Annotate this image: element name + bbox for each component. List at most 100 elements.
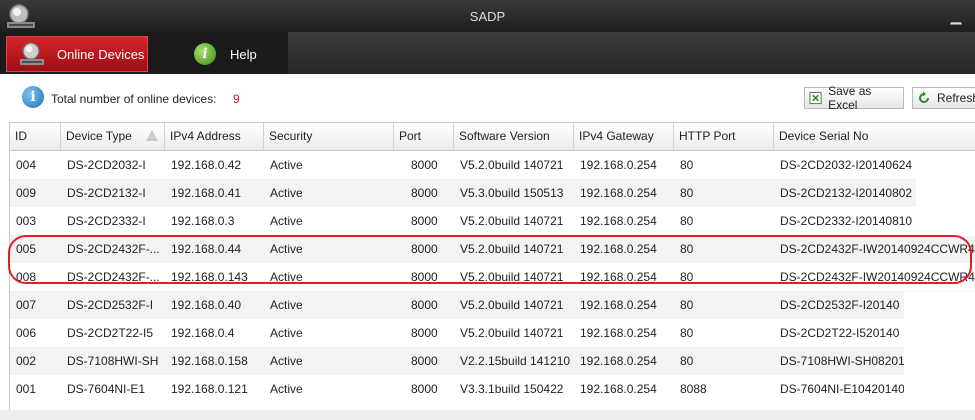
cell-software-version: V5.2.0build 140721 — [460, 158, 564, 172]
cell-security: Active — [270, 382, 303, 396]
cell-security: Active — [270, 354, 303, 368]
cell-http-port: 80 — [680, 158, 694, 172]
summary-bar: i Total number of online devices: 9 Save… — [0, 74, 975, 122]
cell-security: Active — [270, 326, 303, 340]
cell-device-type: DS-2CD2532F-I — [67, 298, 154, 312]
cell-security: Active — [270, 298, 303, 312]
column-header-security[interactable]: Security — [264, 123, 394, 150]
cell-device-type: DS-2CD2132-I — [67, 186, 146, 200]
column-header-device-type-label: Device Type — [66, 129, 132, 143]
cell-device-type: DS-7604NI-E1 — [67, 382, 146, 396]
cell-id: 005 — [16, 242, 37, 256]
refresh-label: Refresh — [937, 91, 975, 105]
cell-http-port: 80 — [680, 326, 694, 340]
refresh-icon — [919, 91, 929, 103]
tab-help-label: Help — [230, 46, 257, 62]
minimize-icon: ▁ — [950, 8, 962, 24]
minimize-button[interactable]: ▁ — [949, 9, 963, 23]
tab-online-devices[interactable]: Online Devices — [6, 36, 148, 72]
table-row[interactable]: 008 DS-2CD2432F-... 192.168.0.143 Active 800… — [10, 263, 975, 291]
table-row[interactable]: 006 DS-2CD2T22-I5 192.168.0.4 Active 8000 V5.… — [10, 319, 975, 347]
cell-id: 007 — [16, 298, 37, 312]
save-as-excel-button[interactable]: Save as Excel — [804, 84, 904, 112]
sort-ascending-icon — [146, 130, 158, 141]
title-bar: SADP ▁ — [0, 0, 975, 32]
cell-ipv4-gateway: 192.168.0.254 — [580, 242, 657, 256]
cell-http-port: 80 — [680, 298, 694, 312]
cell-ipv4-address: 192.168.0.143 — [171, 270, 248, 284]
cell-software-version: V5.2.0build 140721 — [460, 298, 564, 312]
cell-ipv4-gateway: 192.168.0.254 — [580, 214, 657, 228]
cell-security: Active — [270, 214, 303, 228]
cell-device-type: DS-2CD2432F-... — [67, 242, 160, 256]
column-header-device-serial-no[interactable]: Device Serial No — [774, 123, 975, 150]
table-row[interactable]: 001 DS-7604NI-E1 192.168.0.121 Active 8000 V3… — [10, 375, 975, 403]
cell-ipv4-gateway: 192.168.0.254 — [580, 186, 657, 200]
cell-ipv4-gateway: 192.168.0.254 — [580, 354, 657, 368]
cell-id: 002 — [16, 354, 37, 368]
cell-security: Active — [270, 158, 303, 172]
cell-ipv4-gateway: 192.168.0.254 — [580, 326, 657, 340]
tab-bar: Online Devices i Help — [0, 32, 975, 74]
refresh-button[interactable]: Refresh — [912, 87, 975, 109]
tab-help[interactable]: i Help — [190, 36, 300, 72]
column-header-device-type[interactable]: Device Type — [61, 123, 165, 150]
total-devices-count: 9 — [233, 92, 240, 106]
cell-device-serial-no: DS-2CD2432F-IW20140924CCWR4 — [780, 270, 975, 284]
cell-device-type: DS-7108HWI-SH — [67, 354, 159, 368]
cell-ipv4-gateway: 192.168.0.254 — [580, 158, 657, 172]
cell-port: 8000 — [411, 214, 438, 228]
table-header: ID Device Type IPv4 Address Security Por… — [10, 123, 975, 151]
cell-port: 8000 — [411, 354, 438, 368]
cell-ipv4-gateway: 192.168.0.254 — [580, 298, 657, 312]
device-table: ID Device Type IPv4 Address Security Por… — [9, 122, 975, 413]
cell-http-port: 80 — [680, 354, 694, 368]
column-header-software-version[interactable]: Software Version — [454, 123, 574, 150]
info-icon: i — [22, 86, 44, 108]
table-row[interactable]: 009 DS-2CD2132-I 192.168.0.41 Active 8000 V5.… — [10, 179, 975, 207]
cell-http-port: 80 — [680, 186, 694, 200]
cell-http-port: 80 — [680, 214, 694, 228]
column-header-id[interactable]: ID — [10, 123, 61, 150]
cell-ipv4-address: 192.168.0.41 — [171, 186, 242, 200]
cell-ipv4-address: 192.168.0.3 — [171, 214, 235, 228]
cell-security: Active — [270, 242, 303, 256]
total-devices-label: Total number of online devices: — [51, 92, 217, 106]
cell-ipv4-address: 192.168.0.4 — [171, 326, 235, 340]
save-as-excel-label: Save as Excel — [828, 84, 872, 112]
cell-port: 8000 — [411, 242, 438, 256]
cell-ipv4-address: 192.168.0.121 — [171, 382, 248, 396]
window-title: SADP — [469, 9, 506, 24]
cell-port: 8000 — [411, 270, 438, 284]
table-row[interactable]: 002 DS-7108HWI-SH 192.168.0.158 Active 8000 V… — [10, 347, 975, 375]
excel-icon — [809, 91, 822, 105]
cell-security: Active — [270, 270, 303, 284]
bottom-shade — [0, 410, 975, 420]
cell-device-type: DS-2CD2332-I — [67, 214, 146, 228]
table-row[interactable]: 003 DS-2CD2332-I 192.168.0.3 Active 8000 V5.2… — [10, 207, 975, 235]
cell-ipv4-address: 192.168.0.158 — [171, 354, 248, 368]
redaction-block — [904, 292, 975, 408]
cell-port: 8000 — [411, 186, 438, 200]
cell-software-version: V5.2.0build 140721 — [460, 214, 564, 228]
cell-id: 009 — [16, 186, 37, 200]
cell-software-version: V5.2.0build 140721 — [460, 270, 564, 284]
cell-id: 008 — [16, 270, 37, 284]
column-header-port[interactable]: Port — [394, 123, 454, 150]
cell-device-serial-no: DS-2CD2432F-IW20140924CCWR4 — [780, 242, 975, 256]
column-header-ipv4-address[interactable]: IPv4 Address — [165, 123, 264, 150]
column-header-ipv4-gateway[interactable]: IPv4 Gateway — [574, 123, 674, 150]
help-icon: i — [190, 39, 220, 69]
column-header-http-port[interactable]: HTTP Port — [674, 123, 774, 150]
table-row[interactable]: 007 DS-2CD2532F-I 192.168.0.40 Active 8000 V5… — [10, 291, 975, 319]
table-row[interactable]: 005 DS-2CD2432F-... 192.168.0.44 Active 8000… — [10, 235, 975, 263]
table-body: 004 DS-2CD2032-I 192.168.0.42 Active 8000 V5.… — [10, 151, 975, 403]
table-row[interactable]: 004 DS-2CD2032-I 192.168.0.42 Active 8000 V5.… — [10, 151, 975, 179]
redaction-block — [916, 152, 975, 236]
cell-software-version: V2.2.15build 141210 — [460, 354, 571, 368]
cell-ipv4-gateway: 192.168.0.254 — [580, 270, 657, 284]
cell-software-version: V5.2.0build 140721 — [460, 242, 564, 256]
cell-http-port: 80 — [680, 242, 694, 256]
cell-device-type: DS-2CD2T22-I5 — [67, 326, 154, 340]
cell-device-type: DS-2CD2432F-... — [67, 270, 160, 284]
